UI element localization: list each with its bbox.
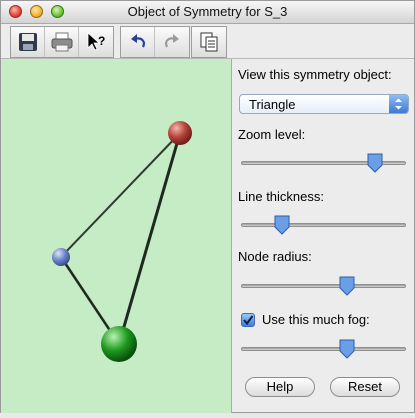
use-fog-checkbox[interactable] (241, 313, 255, 327)
toolbar-group-edit (120, 26, 190, 58)
blue-node[interactable] (52, 248, 70, 266)
svg-text:?: ? (98, 34, 105, 48)
fog-slider[interactable] (241, 337, 406, 361)
zoom-level-label: Zoom level: (238, 127, 306, 142)
slider-thumb[interactable] (338, 338, 356, 359)
copy-icon (200, 32, 218, 52)
triangle-graph (52, 121, 192, 362)
redo-button[interactable] (155, 27, 189, 57)
save-icon (18, 33, 37, 51)
line-thickness-label: Line thickness: (238, 189, 324, 204)
green-node[interactable] (101, 326, 137, 362)
symmetry-object-label: View this symmetry object: (238, 67, 392, 82)
help-button[interactable]: Help (245, 377, 315, 397)
zoom-level-slider[interactable] (241, 151, 406, 175)
context-help-button[interactable]: ? (79, 27, 113, 57)
symmetry-object-select[interactable]: Triangle (239, 94, 409, 114)
reset-button[interactable]: Reset (330, 377, 400, 397)
undo-button[interactable] (121, 27, 155, 57)
toolbar-group-file: ? (10, 26, 114, 58)
use-fog-label: Use this much fog: (262, 312, 370, 327)
print-button[interactable] (45, 27, 79, 57)
redo-icon (165, 34, 179, 48)
copy-button[interactable] (192, 27, 226, 57)
app-window: Object of Symmetry for S_3 ? View this s… (0, 0, 415, 413)
help-cursor-icon: ? (87, 32, 105, 51)
checkmark-icon (243, 315, 254, 326)
slider-thumb[interactable] (338, 275, 356, 296)
symmetry-object-canvas[interactable] (1, 59, 232, 413)
toolbar: ? (1, 24, 414, 59)
node-radius-label: Node radius: (238, 249, 312, 264)
toolbar-group-copy (191, 26, 227, 58)
select-arrows-icon (389, 95, 408, 113)
slider-thumb[interactable] (273, 214, 291, 235)
window-title: Object of Symmetry for S_3 (127, 4, 288, 19)
title-bar: Object of Symmetry for S_3 (1, 1, 414, 24)
node-radius-slider[interactable] (241, 274, 406, 298)
line-thickness-slider[interactable] (241, 213, 406, 237)
print-icon (51, 32, 72, 52)
undo-icon (130, 34, 145, 48)
save-button[interactable] (11, 27, 45, 57)
red-node[interactable] (168, 121, 192, 145)
symmetry-object-value: Triangle (249, 97, 296, 112)
slider-thumb[interactable] (366, 152, 384, 173)
